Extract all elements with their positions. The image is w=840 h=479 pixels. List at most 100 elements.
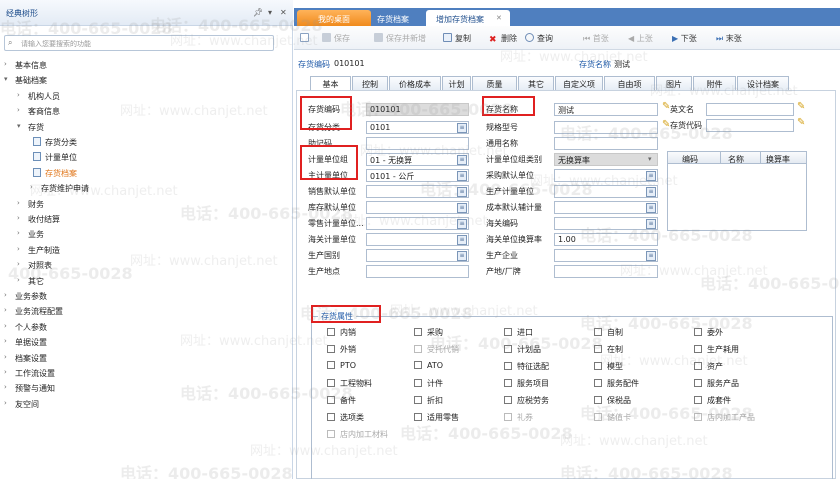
tree-item-13[interactable]: › 生产制造 <box>0 242 292 258</box>
checkbox-box[interactable] <box>327 396 335 404</box>
checkbox-box[interactable] <box>504 396 512 404</box>
checkbox-box[interactable] <box>327 345 335 353</box>
tree-item-6[interactable]: 存货分类 <box>0 134 292 150</box>
right-field-input-1[interactable] <box>706 103 794 116</box>
checkbox-box[interactable] <box>694 328 702 336</box>
pencil-icon[interactable]: ✎ <box>797 117 805 128</box>
chevron-down-icon[interactable]: ▾ <box>4 75 8 83</box>
form-tab-2[interactable]: 控制 <box>352 76 388 91</box>
chevron-right-icon[interactable]: › <box>4 368 7 376</box>
chevron-right-icon[interactable]: › <box>17 260 20 268</box>
copy-button[interactable]: 复制 <box>443 33 471 45</box>
mid-field-input-5[interactable] <box>554 169 658 182</box>
prev-button[interactable]: ◀ 上张 <box>628 33 653 45</box>
form-tab-7[interactable]: 自定义项 <box>555 76 603 91</box>
calendar-picker-icon[interactable]: ≡ <box>646 186 656 197</box>
form-tab-4[interactable]: 计划 <box>442 76 471 91</box>
checkbox-box[interactable] <box>594 328 602 336</box>
chevron-right-icon[interactable]: › <box>4 291 7 299</box>
left-field-input-3[interactable] <box>366 137 469 150</box>
attribute-checkbox-23[interactable]: 应税劳务 <box>504 395 549 407</box>
attribute-checkbox-19[interactable]: 服务配件 <box>594 378 639 390</box>
last-button[interactable]: ⏭︎ 末张 <box>716 33 742 45</box>
form-tab-6[interactable]: 其它 <box>518 76 554 91</box>
checkbox-box[interactable] <box>694 396 702 404</box>
form-tab-9[interactable]: 图片 <box>656 76 692 91</box>
left-field-input-9[interactable] <box>366 233 469 246</box>
tree-item-2[interactable]: ▾ 基础档案 <box>0 72 292 88</box>
delete-button[interactable]: ✖ 删除 <box>489 33 517 45</box>
tree-item-7[interactable]: 计量单位 <box>0 149 292 165</box>
function-search-input[interactable]: ⌕ 请输入您要搜索的功能 <box>4 35 274 51</box>
attribute-checkbox-12[interactable]: ATO <box>414 361 443 373</box>
checkbox-box[interactable] <box>414 379 422 387</box>
checkbox-box[interactable] <box>327 413 335 421</box>
left-field-input-4[interactable]: 01 - 无换算 <box>366 153 469 166</box>
mid-field-input-7[interactable] <box>554 201 658 214</box>
mid-field-input-1[interactable]: 测试 <box>554 103 658 116</box>
checkbox-box[interactable] <box>327 361 335 369</box>
chevron-right-icon[interactable]: › <box>17 106 20 114</box>
save-button[interactable]: 保存 <box>322 33 350 45</box>
form-tab-1[interactable]: 基本 <box>310 76 351 91</box>
mid-field-input-6[interactable] <box>554 185 658 198</box>
save-and-new-button[interactable]: 保存并新增 <box>374 33 426 45</box>
tree-item-20[interactable]: › 档案设置 <box>0 350 292 366</box>
attribute-checkbox-22[interactable]: 折扣 <box>414 395 443 407</box>
attribute-checkbox-11[interactable]: PTO <box>327 361 356 373</box>
chevron-right-icon[interactable]: › <box>30 183 33 191</box>
tree-item-4[interactable]: › 客商信息 <box>0 103 292 119</box>
close-icon[interactable]: ✕ <box>280 8 287 17</box>
tree-item-23[interactable]: › 友空间 <box>0 396 292 412</box>
attribute-checkbox-8[interactable]: 计划品 <box>504 344 541 356</box>
calendar-picker-icon[interactable]: ≡ <box>646 170 656 181</box>
left-field-input-6[interactable] <box>366 185 469 198</box>
tree-item-14[interactable]: › 对照表 <box>0 257 292 273</box>
attribute-checkbox-18[interactable]: 服务项目 <box>504 378 549 390</box>
attribute-checkbox-9[interactable]: 在制 <box>594 344 623 356</box>
calendar-picker-icon[interactable]: ≡ <box>646 202 656 213</box>
chevron-down-icon[interactable]: ▾ <box>648 155 652 163</box>
attribute-checkbox-16[interactable]: 工程物料 <box>327 378 372 390</box>
form-tab-5[interactable]: 质量 <box>472 76 517 91</box>
tree-item-11[interactable]: › 收付结算 <box>0 211 292 227</box>
calendar-picker-icon[interactable]: ≡ <box>457 250 467 261</box>
checkbox-box[interactable] <box>414 413 422 421</box>
checkbox-box[interactable] <box>504 379 512 387</box>
left-field-input-10[interactable] <box>366 249 469 262</box>
mid-field-input-10[interactable] <box>554 249 658 262</box>
left-field-input-8[interactable] <box>366 217 469 230</box>
attribute-checkbox-5[interactable]: 委外 <box>694 327 723 339</box>
attribute-checkbox-1[interactable]: 内销 <box>327 327 356 339</box>
chevron-right-icon[interactable]: › <box>17 91 20 99</box>
tree-item-12[interactable]: › 业务 <box>0 226 292 242</box>
checkbox-box[interactable] <box>694 345 702 353</box>
mid-field-input-9[interactable]: 1.00 <box>554 233 658 246</box>
new-button[interactable] <box>300 33 312 45</box>
left-field-input-5[interactable]: 0101 - 公斤 <box>366 169 469 182</box>
query-button[interactable]: 查询 <box>525 33 553 45</box>
mid-field-input-11[interactable] <box>554 265 658 278</box>
checkbox-box[interactable] <box>504 345 512 353</box>
attribute-checkbox-6[interactable]: 外销 <box>327 344 356 356</box>
checkbox-box[interactable] <box>594 379 602 387</box>
first-button[interactable]: ⏮︎ 首张 <box>583 33 609 45</box>
attribute-checkbox-27[interactable]: 适用零售 <box>414 412 459 424</box>
left-field-input-1[interactable]: 010101 <box>366 103 469 116</box>
form-tab-10[interactable]: 附件 <box>693 76 736 91</box>
left-field-input-2[interactable]: 0101 <box>366 121 469 134</box>
chevron-right-icon[interactable]: › <box>17 214 20 222</box>
tree-item-21[interactable]: › 工作流设置 <box>0 365 292 381</box>
chevron-right-icon[interactable]: › <box>17 229 20 237</box>
calendar-picker-icon[interactable]: ≡ <box>457 186 467 197</box>
close-icon[interactable]: ✕ <box>496 14 502 22</box>
calendar-picker-icon[interactable]: ≡ <box>457 202 467 213</box>
chevron-right-icon[interactable]: › <box>4 353 7 361</box>
tree-item-17[interactable]: › 业务流程配置 <box>0 303 292 319</box>
chevron-down-icon[interactable]: ▾ <box>17 122 21 130</box>
next-button[interactable]: ▶ 下张 <box>672 33 697 45</box>
chevron-right-icon[interactable]: › <box>4 337 7 345</box>
right-field-input-2[interactable] <box>706 119 794 132</box>
checkbox-box[interactable] <box>327 379 335 387</box>
checkbox-box[interactable] <box>504 328 512 336</box>
